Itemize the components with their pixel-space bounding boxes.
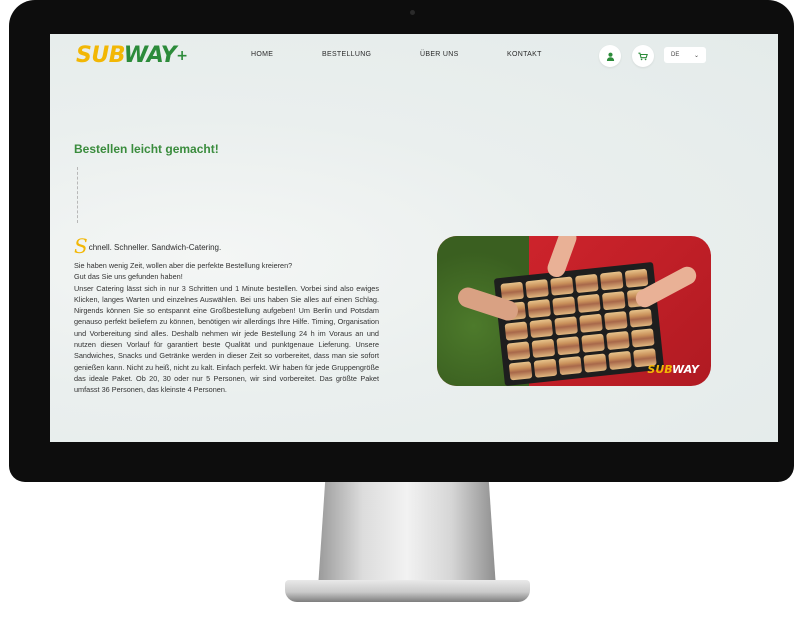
nav-bestellung[interactable]: BESTELLUNG	[322, 51, 371, 58]
sandwich-tray	[493, 261, 665, 386]
page-headline: Bestellen leicht gemacht!	[74, 142, 219, 156]
account-button[interactable]	[599, 45, 621, 67]
language-value: DE	[671, 52, 680, 58]
monitor-stand	[318, 482, 496, 588]
cart-button[interactable]	[632, 45, 654, 67]
logo-plus: +	[176, 48, 188, 64]
dotted-divider	[77, 167, 78, 223]
logo-way: WAY	[123, 43, 177, 68]
browser-viewport: SUBWAY+ HOME BESTELLUNG ÜBER UNS KONTAKT…	[50, 34, 778, 442]
nav-ueber-uns[interactable]: ÜBER UNS	[420, 51, 459, 58]
camera-icon	[410, 10, 415, 15]
logo-sub: SUB	[76, 43, 124, 68]
monitor-frame: SUBWAY+ HOME BESTELLUNG ÜBER UNS KONTAKT…	[9, 0, 794, 482]
tagline-initial: S	[74, 234, 88, 258]
sandwich-grid	[500, 268, 657, 381]
photo-logo-way: WAY	[672, 363, 699, 376]
catering-description: Sie haben wenig Zeit, wollen aber die pe…	[74, 261, 379, 395]
subway-logo[interactable]: SUBWAY+	[76, 44, 192, 68]
photo-subway-logo: SUBWAY	[647, 363, 699, 376]
photo-logo-sub: SUB	[647, 363, 673, 376]
monitor-base	[285, 580, 530, 602]
tagline: Schnell. Schneller. Sandwich-Catering.	[74, 234, 221, 258]
user-icon	[606, 52, 614, 61]
cart-icon	[638, 52, 648, 60]
tagline-text: chnell. Schneller. Sandwich-Catering.	[88, 243, 222, 252]
catering-photo: SUBWAY	[437, 236, 711, 386]
nav-home[interactable]: HOME	[251, 51, 273, 58]
nav-kontakt[interactable]: KONTAKT	[507, 51, 542, 58]
language-select[interactable]: DE ⌄	[664, 47, 706, 63]
chevron-down-icon: ⌄	[693, 52, 699, 59]
